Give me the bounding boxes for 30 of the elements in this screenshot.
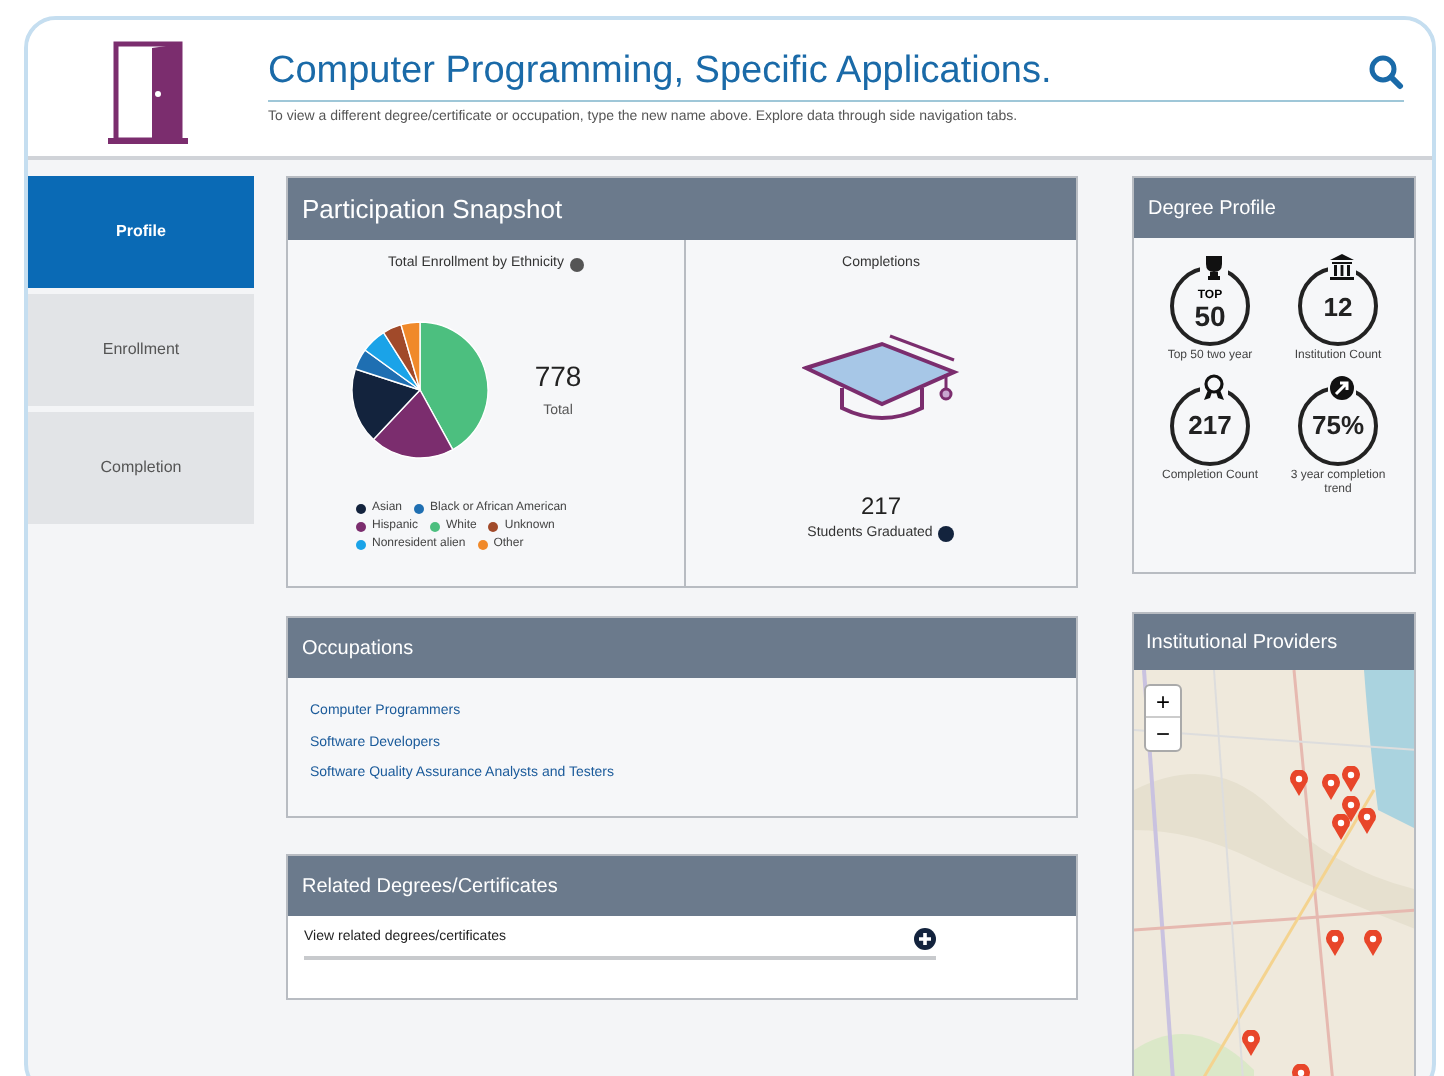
stat-value: 217	[1188, 412, 1232, 438]
map-pin-icon[interactable]	[1364, 930, 1382, 956]
graduates-value: 217	[860, 489, 902, 523]
page-title: Computer Programming, Specific Applications.	[268, 48, 1052, 96]
zoom-in-button[interactable]: +	[1146, 686, 1180, 718]
panel-header: Degree Profile	[1134, 178, 1414, 238]
total-value: 778	[534, 357, 582, 396]
pie-chart-drawing	[350, 319, 491, 459]
panel-header: Related Degrees/Certificates	[288, 856, 1076, 916]
zoom-out-button[interactable]: −	[1146, 718, 1180, 750]
stat-value: 50	[1194, 302, 1226, 330]
nav-tab[interactable]: Completion	[28, 412, 254, 524]
nav-tab[interactable]: Profile	[28, 176, 254, 288]
panel-header: Occupations	[288, 618, 1076, 678]
map-pin-icon[interactable]	[1342, 766, 1360, 792]
nav-tab[interactable]: Enrollment	[28, 294, 254, 406]
panel-header: Participation Snapshot	[288, 178, 1076, 240]
panel-header: Institutional Providers	[1134, 614, 1414, 670]
map-pin-icon[interactable]	[1332, 814, 1350, 840]
stat-value: 12	[1323, 293, 1353, 319]
door-icon	[104, 40, 192, 148]
map-pin-icon[interactable]	[1322, 774, 1340, 800]
map-pin-icon[interactable]	[1242, 1030, 1260, 1056]
stat-value: 75%	[1311, 412, 1365, 438]
map-pin-icon[interactable]	[1342, 796, 1360, 822]
map-pin-icon[interactable]	[1290, 770, 1308, 796]
expand-icon[interactable]	[914, 928, 936, 950]
search-icon[interactable]	[1368, 53, 1404, 90]
map-pin-icon[interactable]	[1326, 930, 1344, 956]
map-pin-icon[interactable]	[1358, 808, 1376, 834]
